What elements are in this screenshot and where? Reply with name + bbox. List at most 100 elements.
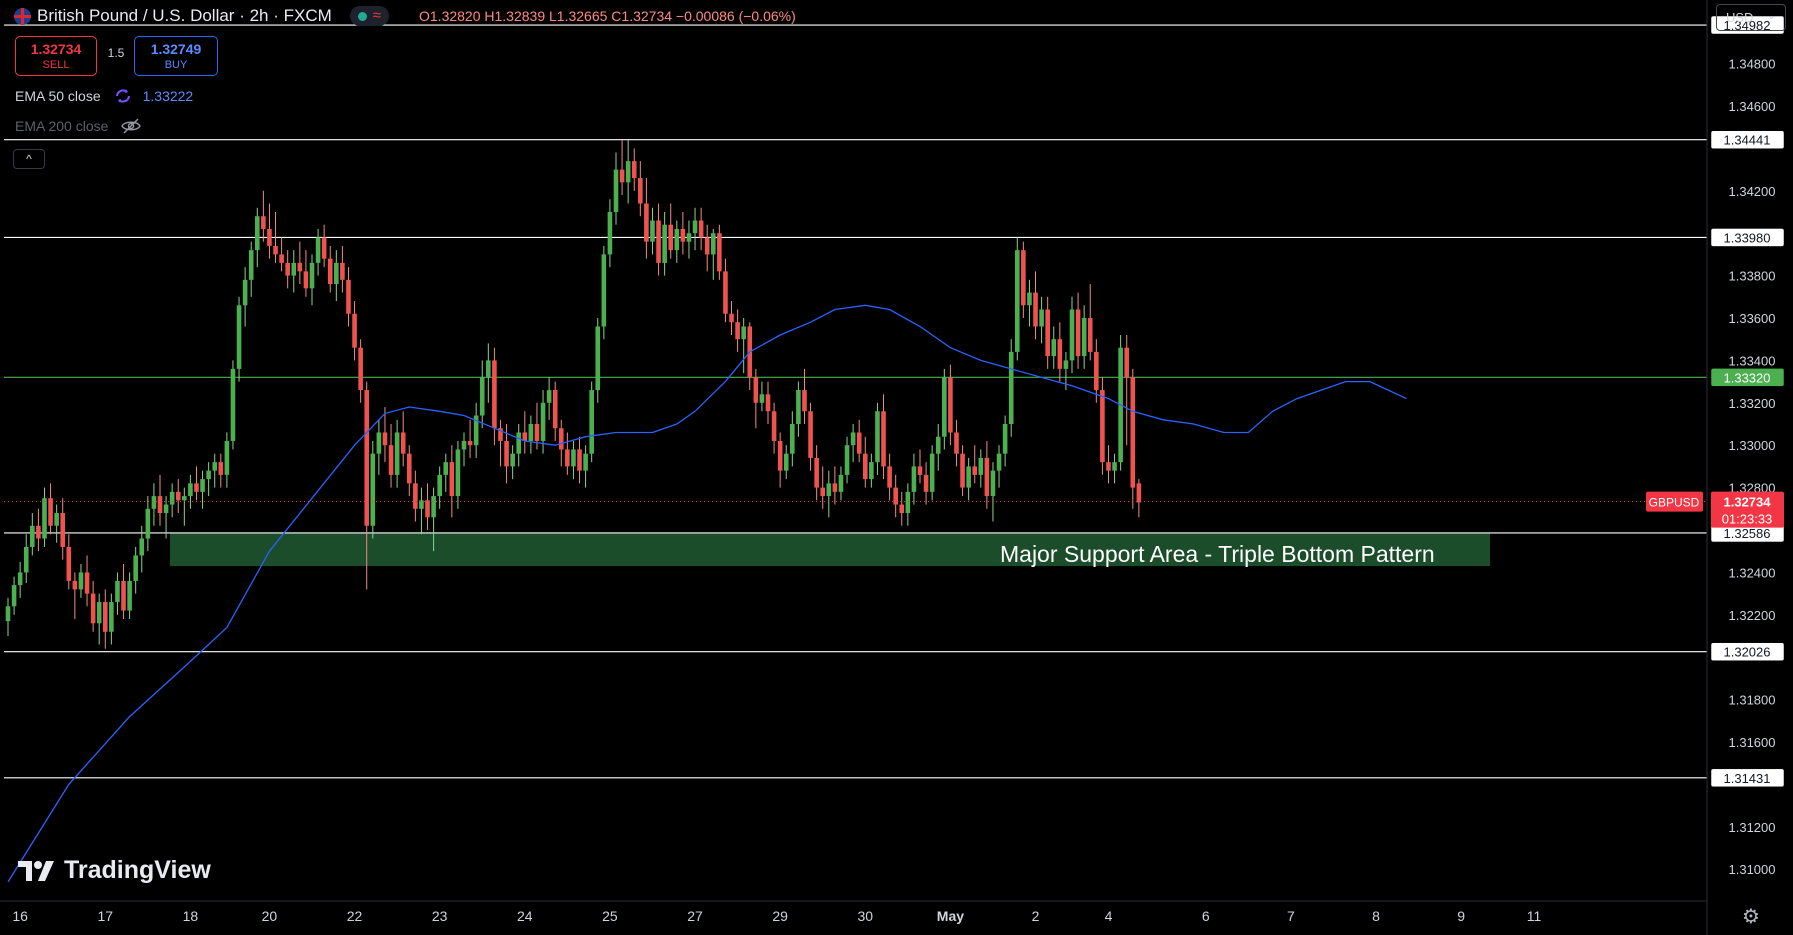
sync-icon[interactable]: [113, 88, 133, 104]
chevron-down-icon: ⌄: [1766, 10, 1776, 22]
candle-body: [443, 462, 449, 475]
indicator-ema50[interactable]: EMA 50 close 1.33222: [15, 88, 193, 104]
candle-body: [1027, 292, 1032, 306]
chart-header: British Pound / U.S. Dollar · 2h · FXCM …: [14, 4, 796, 28]
candle-body: [644, 203, 649, 242]
candle-body: [334, 262, 339, 285]
time-tick-label: 4: [1105, 908, 1113, 924]
candle-body: [492, 360, 497, 429]
candle: [1008, 339, 1014, 437]
candle-body: [370, 453, 376, 526]
sell-button[interactable]: 1.32734 SELL: [15, 36, 97, 76]
candle-body: [413, 483, 418, 509]
price-chart[interactable]: Major Support Area - Triple Bottom Patte…: [0, 0, 1793, 935]
candle-body: [1136, 483, 1142, 503]
candle-body: [735, 322, 740, 340]
level-price-tag: 1.33320: [1710, 368, 1785, 387]
candle-body: [717, 233, 722, 272]
candle-body: [291, 262, 297, 276]
candle-body: [1008, 351, 1014, 424]
candle-body: [638, 178, 643, 204]
candle-body: [169, 491, 175, 505]
candle-body: [966, 466, 971, 488]
candle-body: [601, 254, 607, 327]
candle-body: [54, 513, 59, 526]
buy-button[interactable]: 1.32749 BUY: [134, 36, 218, 76]
candle-body: [990, 470, 996, 497]
candle-body: [844, 445, 850, 475]
candle-body: [820, 487, 826, 497]
settings-gear-icon[interactable]: ⚙: [1742, 904, 1760, 929]
price-tick-label: 1.31600: [1729, 735, 1776, 750]
candle-body: [327, 258, 333, 285]
candle-body: [461, 440, 467, 450]
candle-body: [540, 402, 546, 441]
candle-body: [674, 228, 680, 251]
ohlc-low: L1.32665: [549, 8, 608, 24]
ohlc-high: H1.32839: [484, 8, 546, 24]
price-tick-label: 1.31200: [1729, 820, 1776, 835]
candle-body: [90, 593, 96, 624]
time-tick-label: 11: [1527, 908, 1542, 924]
candle-body: [1106, 462, 1111, 471]
candle-body: [619, 169, 625, 183]
candle-body: [899, 504, 905, 514]
candle-body: [66, 546, 72, 581]
candle-body: [388, 445, 394, 475]
candle-body: [935, 436, 941, 454]
candle: [595, 318, 601, 403]
symbol-title[interactable]: British Pound / U.S. Dollar · 2h · FXCM: [37, 6, 332, 26]
candle-body: [1021, 250, 1026, 306]
candle-body: [656, 220, 661, 263]
currency-selector[interactable]: USD ⌄: [1716, 4, 1786, 31]
price-tick-label: 1.32400: [1729, 565, 1776, 580]
candle-body: [437, 474, 442, 497]
candle-body: [923, 474, 929, 492]
candle-body: [382, 432, 388, 446]
candle-body: [267, 228, 272, 246]
indicator-ema200[interactable]: EMA 200 close: [15, 118, 142, 134]
candle-body: [406, 453, 412, 484]
candle-body: [467, 440, 473, 446]
time-tick-label: 8: [1372, 908, 1380, 924]
time-tick-label: 20: [262, 908, 278, 924]
candle-body: [692, 220, 698, 234]
candle-body: [534, 424, 540, 441]
candle-body: [1124, 347, 1130, 378]
candle-body: [869, 462, 874, 480]
candle-body: [862, 453, 868, 480]
candle-body: [23, 546, 29, 573]
collapse-legend-button[interactable]: ^: [13, 149, 45, 169]
candle-body: [802, 390, 807, 412]
candle: [601, 245, 607, 340]
candle-body: [856, 432, 862, 454]
indicator-ema200-name: EMA 200 close: [15, 118, 109, 134]
candle-body: [182, 496, 187, 501]
candle-body: [315, 237, 321, 263]
eye-hidden-icon[interactable]: [120, 118, 142, 134]
candle-body: [875, 411, 880, 463]
candle-body: [96, 602, 102, 624]
price-tick-label: 1.33000: [1729, 438, 1776, 453]
candle-body: [1002, 424, 1008, 454]
market-status-pill[interactable]: ≈: [349, 6, 389, 26]
candle: [1014, 237, 1020, 361]
candle: [1118, 334, 1123, 471]
time-tick-label: 22: [347, 908, 363, 924]
candle-body: [1094, 351, 1099, 391]
candle-body: [510, 453, 515, 467]
candle-body: [400, 432, 406, 454]
candle-body: [832, 483, 838, 492]
level-price-tag-text: 1.31431: [1724, 771, 1771, 786]
candle-body: [175, 491, 181, 501]
time-tick-label: 25: [602, 908, 618, 924]
candle-body: [431, 496, 436, 518]
candle-body: [759, 394, 765, 403]
candle-body: [1039, 309, 1044, 327]
candle-body: [1014, 250, 1020, 352]
candle-body: [139, 538, 145, 556]
candle-body: [790, 424, 795, 454]
candle-body: [1051, 339, 1057, 357]
candle-body: [948, 377, 953, 433]
candle-body: [565, 449, 570, 467]
